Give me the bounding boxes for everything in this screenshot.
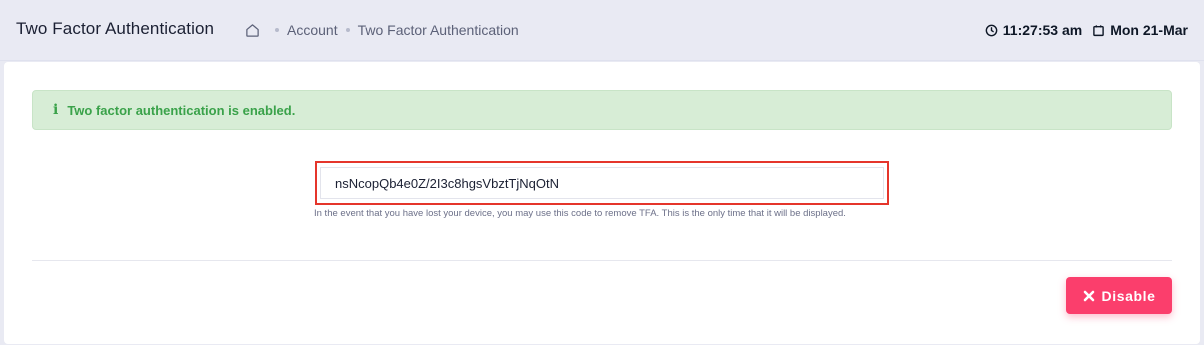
- page-title: Two Factor Authentication: [16, 19, 215, 38]
- disable-button[interactable]: Disable: [1066, 277, 1172, 314]
- page-header: Two Factor Authentication Account Two Fa…: [0, 0, 1204, 61]
- breadcrumb: Account Two Factor Authentication: [245, 22, 519, 38]
- calendar-icon: [1093, 24, 1105, 36]
- date-value: Mon 21-Mar: [1110, 22, 1188, 38]
- recovery-code-help: In the event that you have lost your dev…: [314, 208, 846, 219]
- disable-button-label: Disable: [1101, 287, 1156, 304]
- breadcrumb-separator: [275, 28, 279, 32]
- success-alert: i Two factor authentication is enabled.: [32, 90, 1172, 130]
- breadcrumb-item-current: Two Factor Authentication: [357, 22, 519, 38]
- clock-display: 11:27:53 am: [985, 22, 1082, 38]
- home-icon[interactable]: [245, 23, 260, 38]
- date-display: Mon 21-Mar: [1092, 22, 1188, 38]
- clock-time: 11:27:53 am: [1002, 22, 1083, 38]
- recovery-code-field[interactable]: [320, 167, 884, 199]
- clock-icon: [985, 24, 998, 36]
- breadcrumb-item-account[interactable]: Account: [287, 22, 338, 38]
- x-icon: [1083, 290, 1095, 302]
- breadcrumb-separator: [345, 28, 350, 32]
- divider: [32, 260, 1172, 261]
- header-datetime: 11:27:53 am Mon 21-Mar: [985, 22, 1188, 38]
- info-icon: i: [53, 102, 59, 118]
- tfa-card: i Two factor authentication is enabled. …: [4, 62, 1200, 344]
- alert-message: Two factor authentication is enabled.: [67, 102, 296, 118]
- recovery-code-highlight: [315, 161, 889, 205]
